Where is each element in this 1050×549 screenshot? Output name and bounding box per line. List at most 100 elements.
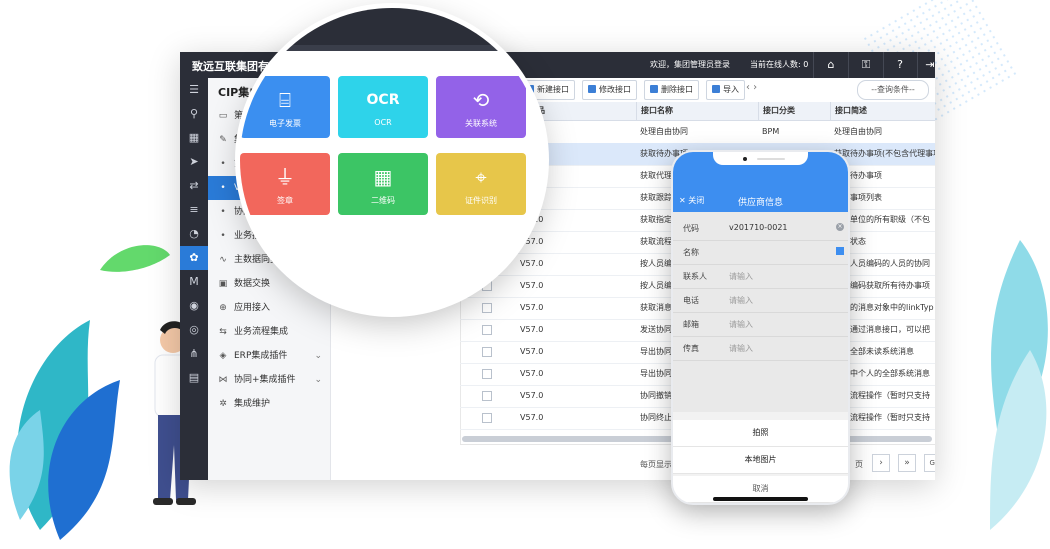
- table-cell: 处理自由协同: [640, 127, 688, 136]
- edit-icon: ✎: [219, 135, 227, 145]
- send-icon[interactable]: ➤: [180, 150, 208, 174]
- field-value[interactable]: v201710-0021: [729, 223, 788, 232]
- sidebar-item-plugin[interactable]: ⋈ 协同+集成插件 ⌄: [208, 368, 330, 392]
- home-icon[interactable]: ⌂: [822, 56, 840, 74]
- row-checkbox[interactable]: [482, 303, 492, 313]
- flow-icon: ⇆: [219, 327, 227, 337]
- tile-qrcode[interactable]: ▦ 二维码: [338, 153, 428, 215]
- field-placeholder[interactable]: 请输入: [729, 271, 753, 282]
- logout-icon[interactable]: ⇥: [921, 56, 935, 74]
- import-button[interactable]: 导入: [706, 80, 745, 100]
- monitor-icon: ▭: [218, 111, 228, 121]
- divider: [917, 52, 918, 78]
- home-indicator: [713, 497, 808, 501]
- go-button[interactable]: GO: [924, 454, 935, 472]
- sidebar-item-label: 业务流程集成: [234, 327, 289, 337]
- field-name[interactable]: 名称: [673, 240, 848, 265]
- query-select[interactable]: --查询条件--: [857, 80, 929, 100]
- field-label: 传真: [683, 344, 699, 353]
- tile-label: 关联系统: [465, 119, 497, 128]
- button-label: 新建接口: [537, 85, 569, 94]
- row-checkbox[interactable]: [482, 325, 492, 335]
- row-checkbox[interactable]: [482, 413, 492, 423]
- lens-header: [240, 8, 544, 45]
- tile-seal[interactable]: ⏚ 签章: [240, 153, 330, 215]
- table-cell: V57.0: [520, 391, 544, 400]
- local-image-button[interactable]: 本地图片: [673, 447, 848, 474]
- column-header[interactable]: 接口名称: [636, 102, 758, 120]
- clear-icon[interactable]: ×: [836, 223, 844, 231]
- m-icon[interactable]: M: [180, 270, 208, 294]
- divider: [848, 52, 849, 78]
- edit-api-button[interactable]: 修改接口: [582, 80, 637, 100]
- storage-icon[interactable]: ≡: [180, 198, 208, 222]
- last-page-button[interactable]: »: [898, 454, 916, 472]
- table-cell: V57.0: [520, 325, 544, 334]
- database-icon: ▣: [218, 279, 228, 289]
- button-label: 修改接口: [599, 85, 631, 94]
- apps-icon[interactable]: ✿: [180, 246, 208, 270]
- field-code[interactable]: 代码 v201710-0021 ×: [673, 216, 848, 241]
- edit-icon: [588, 85, 596, 93]
- field-phone[interactable]: 电话 请输入: [673, 288, 848, 313]
- doc-icon[interactable]: ▤: [180, 366, 208, 390]
- button-label: 删除接口: [661, 85, 693, 94]
- sidebar-item-maintenance[interactable]: ✲ 集成维护: [208, 392, 330, 416]
- swirl-icon[interactable]: ◎: [180, 318, 208, 342]
- sidebar-item-process[interactable]: ⇆ 业务流程集成: [208, 320, 330, 344]
- row-checkbox[interactable]: [482, 281, 492, 291]
- sidebar-item-app-access[interactable]: ⊕ 应用接入: [208, 296, 330, 320]
- dot-icon: •: [220, 207, 226, 217]
- row-checkbox[interactable]: [482, 347, 492, 357]
- speaker-icon: [757, 158, 785, 160]
- gauge-icon[interactable]: ◔: [180, 222, 208, 246]
- ocr-icon: OCR: [366, 92, 400, 108]
- sidebar-item-label: ERP集成插件: [234, 351, 288, 361]
- field-placeholder[interactable]: 请输入: [729, 295, 753, 306]
- key-icon[interactable]: ⚿: [857, 56, 875, 74]
- link-icon: ⊕: [219, 303, 227, 313]
- person-shoe: [153, 498, 173, 505]
- chevron-down-icon: ⌄: [314, 351, 322, 361]
- menu-icon[interactable]: ☰: [180, 78, 208, 102]
- online-count: 当前在线人数: 0: [750, 60, 809, 69]
- camera-icon: [743, 157, 747, 161]
- field-contact[interactable]: 联系人 请输入: [673, 264, 848, 289]
- close-button[interactable]: ✕ 关闭: [679, 195, 704, 206]
- delete-icon: [650, 85, 658, 93]
- tile-label: 证件识别: [465, 196, 497, 205]
- tile-ocr[interactable]: OCR OCR: [338, 76, 428, 138]
- field-email[interactable]: 邮箱 请输入: [673, 312, 848, 337]
- tile-e-invoice[interactable]: ⌸ 电子发票: [240, 76, 330, 138]
- next-page-button[interactable]: ›: [872, 454, 890, 472]
- column-header[interactable]: 接口简述: [830, 102, 935, 120]
- leaf-shape: [100, 245, 170, 272]
- column-header[interactable]: 接口分类: [758, 102, 830, 120]
- phone-mockup: 供应商信息 ✕ 关闭 代码 v201710-0021 × 名称 联系人 请输入 …: [671, 150, 850, 505]
- row-checkbox[interactable]: [482, 369, 492, 379]
- delete-api-button[interactable]: 删除接口: [644, 80, 699, 100]
- sidebar-item-label: 集成维护: [234, 399, 271, 409]
- stamp-icon: ⏚: [275, 165, 295, 189]
- field-placeholder[interactable]: 请输入: [729, 319, 753, 330]
- tile-related-system[interactable]: ⟲ 关联系统: [436, 76, 526, 138]
- take-photo-button[interactable]: 拍照: [673, 420, 848, 447]
- chat-icon[interactable]: ◉: [180, 294, 208, 318]
- share-icon: ⟲: [472, 88, 490, 112]
- sidebar-item-erp[interactable]: ◈ ERP集成插件 ⌄: [208, 344, 330, 368]
- row-checkbox[interactable]: [482, 391, 492, 401]
- help-icon[interactable]: ?: [891, 56, 909, 74]
- scan-icon[interactable]: [836, 247, 844, 255]
- tile-id-recognition[interactable]: ⌖ 证件识别: [436, 153, 526, 215]
- calendar-icon[interactable]: ▦: [180, 126, 208, 150]
- welcome-text: 欢迎，集团管理员登录: [650, 60, 730, 69]
- table-cell: V57.0: [520, 281, 544, 290]
- scroll-arrows-icon[interactable]: ‹ ›: [746, 82, 757, 93]
- share-icon[interactable]: ⋔: [180, 342, 208, 366]
- field-fax[interactable]: 传真 请输入: [673, 336, 848, 361]
- field-placeholder[interactable]: 请输入: [729, 343, 753, 354]
- field-label: 电话: [683, 296, 699, 305]
- sidebar-item-label: 协同+集成插件: [234, 375, 296, 385]
- org-icon[interactable]: ⚲: [180, 102, 208, 126]
- sync-icon[interactable]: ⇄: [180, 174, 208, 198]
